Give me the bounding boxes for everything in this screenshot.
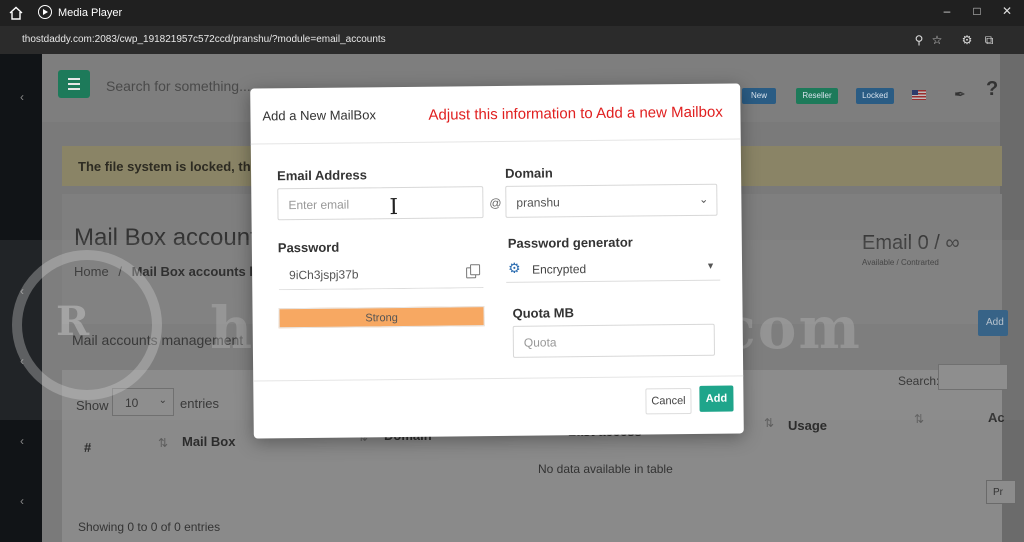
password-value: 9iCh3jspj37b xyxy=(289,267,359,283)
add-button[interactable]: Add xyxy=(699,385,734,412)
new-badge[interactable]: New xyxy=(742,88,776,104)
previous-page-button[interactable]: Pr xyxy=(986,480,1016,504)
gear-icon: ⚙ xyxy=(507,259,521,276)
chevron-left-icon[interactable]: ‹ xyxy=(20,434,24,448)
copy-icon[interactable] xyxy=(466,264,480,278)
at-sign: @ xyxy=(489,195,502,211)
table-info: Showing 0 to 0 of 0 entries xyxy=(78,520,221,534)
chevron-down-icon: ⌄ xyxy=(699,193,709,206)
zoom-icon[interactable]: ⚲ xyxy=(912,33,926,47)
sort-icon[interactable]: ⇅ xyxy=(158,436,168,450)
app-window: Media Player – □ ✕ thostdaddy.com:2083/c… xyxy=(0,0,1024,542)
password-label: Password xyxy=(277,239,340,256)
global-search-input[interactable]: Search for something... xyxy=(106,78,251,94)
modal-header: Add a New MailBox Adjust this informatio… xyxy=(250,83,741,145)
watermark-logo: R xyxy=(12,250,162,400)
password-generator-select[interactable]: Encrypted xyxy=(532,262,586,277)
us-flag-icon[interactable] xyxy=(912,90,926,100)
tutorial-annotation: Adjust this information to Add a new Mai… xyxy=(428,103,723,124)
quota-placeholder: Quota xyxy=(523,335,557,350)
alert-text: The file system is locked, this xyxy=(78,159,262,174)
modal-footer-divider xyxy=(253,375,744,382)
extensions-icon[interactable]: ⚙ xyxy=(960,33,974,47)
media-player-icon xyxy=(38,5,52,19)
password-field[interactable]: 9iCh3jspj37b xyxy=(277,256,485,291)
add-mailbox-modal: Add a New MailBox Adjust this informatio… xyxy=(250,83,744,439)
generator-underline xyxy=(506,279,721,283)
caret-down-icon[interactable]: ▼ xyxy=(706,261,715,271)
quota-label: Quota MB xyxy=(512,305,575,321)
column-header-usage[interactable]: Usage xyxy=(788,418,827,433)
url-text[interactable]: thostdaddy.com:2083/cwp_191821957c572ccd… xyxy=(22,34,386,45)
title-bar: Media Player – □ ✕ xyxy=(0,0,1024,26)
domain-select[interactable]: pranshu ⌄ xyxy=(505,183,718,218)
window-title: Media Player xyxy=(58,7,123,19)
hamburger-menu-button[interactable] xyxy=(58,70,90,98)
share-icon[interactable]: ⧉ xyxy=(982,33,996,47)
email-address-label: Email Address xyxy=(277,167,368,184)
help-icon[interactable]: ? xyxy=(986,78,1006,100)
favorite-star-icon[interactable]: ☆ xyxy=(930,33,944,47)
restore-icon[interactable]: □ xyxy=(968,4,986,20)
empty-table-message: No data available in table xyxy=(538,462,673,476)
text-cursor-icon: I xyxy=(389,195,399,221)
domain-value: pranshu xyxy=(516,195,560,210)
email-placeholder: Enter email xyxy=(288,197,350,213)
password-strength-meter: Strong xyxy=(278,306,485,329)
brush-icon[interactable]: ✒ xyxy=(954,86,966,103)
close-icon[interactable]: ✕ xyxy=(998,4,1016,20)
email-field[interactable]: Enter email xyxy=(277,186,484,221)
domain-label: Domain xyxy=(505,165,553,181)
locked-badge[interactable]: Locked xyxy=(856,88,894,104)
chevron-left-icon[interactable]: ‹ xyxy=(20,494,24,508)
column-header-mailbox[interactable]: Mail Box xyxy=(182,434,235,449)
reseller-badge[interactable]: Reseller xyxy=(796,88,838,104)
modal-title: Add a New MailBox xyxy=(262,107,376,124)
watermark-logo-text: R xyxy=(56,298,90,345)
quota-field[interactable]: Quota xyxy=(512,323,716,358)
password-generator-label: Password generator xyxy=(507,234,633,251)
minimize-icon[interactable]: – xyxy=(938,4,956,20)
cancel-button[interactable]: Cancel xyxy=(645,387,692,415)
chevron-left-icon[interactable]: ‹ xyxy=(20,90,24,104)
home-icon[interactable] xyxy=(8,5,24,21)
address-bar[interactable]: thostdaddy.com:2083/cwp_191821957c572ccd… xyxy=(0,26,1024,54)
column-header-number[interactable]: # xyxy=(84,440,91,455)
